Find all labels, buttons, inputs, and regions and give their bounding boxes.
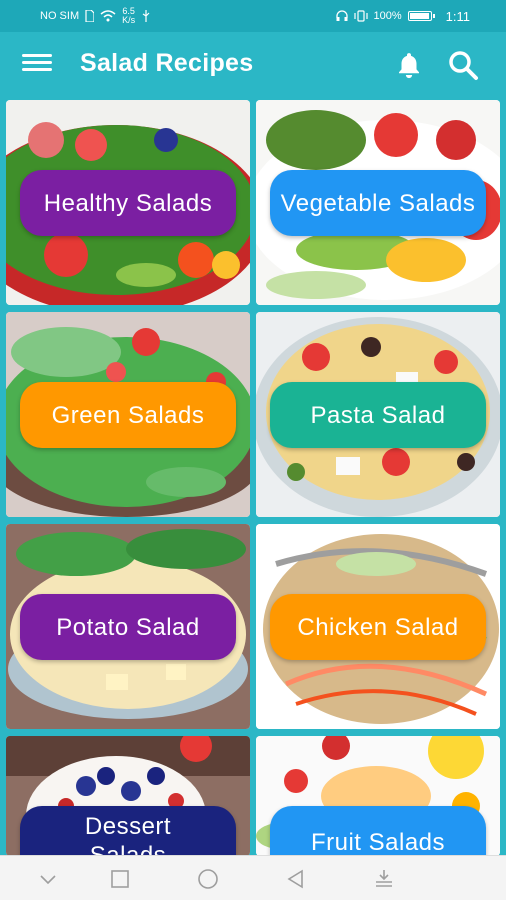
category-card-fruit-salads[interactable]: Fruit Salads <box>256 736 500 856</box>
category-label-pill[interactable]: Fruit Salads <box>270 806 486 856</box>
download-tray-icon[interactable] <box>373 868 395 890</box>
search-icon[interactable] <box>446 48 480 82</box>
category-label: Dessert Salads <box>84 813 172 856</box>
category-label-pill[interactable]: Vegetable Salads <box>270 170 486 236</box>
category-card-green-salads[interactable]: Green Salads <box>6 312 250 517</box>
category-label: Healthy Salads <box>43 189 213 217</box>
bell-icon[interactable] <box>394 50 424 80</box>
wifi-icon <box>100 10 116 22</box>
status-left: NO SIM 6.5 K/s <box>40 7 151 25</box>
battery-percent: 100% <box>373 10 402 22</box>
category-card-dessert-salads[interactable]: Dessert Salads <box>6 736 250 856</box>
category-label-pill[interactable]: Green Salads <box>20 382 236 448</box>
hamburger-menu-icon[interactable] <box>22 50 52 78</box>
square-recents-icon[interactable] <box>109 868 131 890</box>
category-label-pill[interactable]: Dessert Salads <box>20 806 236 856</box>
chevron-down-icon[interactable] <box>37 868 59 890</box>
category-label: Green Salads <box>51 401 205 429</box>
page-title: Salad Recipes <box>80 49 254 77</box>
category-label: Chicken Salad <box>297 613 459 641</box>
app-bar: Salad Recipes <box>0 32 506 96</box>
status-bar: NO SIM 6.5 K/s 100% 1:11 <box>0 0 506 32</box>
category-card-healthy-salads[interactable]: Healthy Salads <box>6 100 250 305</box>
battery-icon <box>407 11 435 21</box>
usb-icon <box>142 10 150 22</box>
category-card-pasta-salad[interactable]: Pasta Salad <box>256 312 500 517</box>
category-label-pill[interactable]: Chicken Salad <box>270 594 486 660</box>
category-label: Fruit Salads <box>310 828 446 856</box>
category-label-pill[interactable]: Healthy Salads <box>20 170 236 236</box>
vibrate-icon <box>353 10 368 22</box>
category-label: Potato Salad <box>56 613 200 641</box>
carrier-text: NO SIM <box>40 10 80 22</box>
category-label: Vegetable Salads <box>280 189 476 217</box>
category-card-chicken-salad[interactable]: Chicken Salad <box>256 524 500 729</box>
headset-icon <box>335 10 348 21</box>
system-nav-bar <box>0 855 506 900</box>
category-card-vegetable-salads[interactable]: Vegetable Salads <box>256 100 500 305</box>
triangle-back-icon[interactable] <box>285 868 307 890</box>
category-label-pill[interactable]: Pasta Salad <box>270 382 486 448</box>
category-label: Pasta Salad <box>310 401 446 429</box>
category-card-potato-salad[interactable]: Potato Salad <box>6 524 250 729</box>
network-speed: 6.5 K/s <box>122 6 136 25</box>
sim-card-icon <box>85 10 95 22</box>
category-label-pill[interactable]: Potato Salad <box>20 594 236 660</box>
clock: 1:11 <box>445 8 470 24</box>
status-right: 100% 1:11 <box>335 8 470 24</box>
circle-home-icon[interactable] <box>197 868 219 890</box>
